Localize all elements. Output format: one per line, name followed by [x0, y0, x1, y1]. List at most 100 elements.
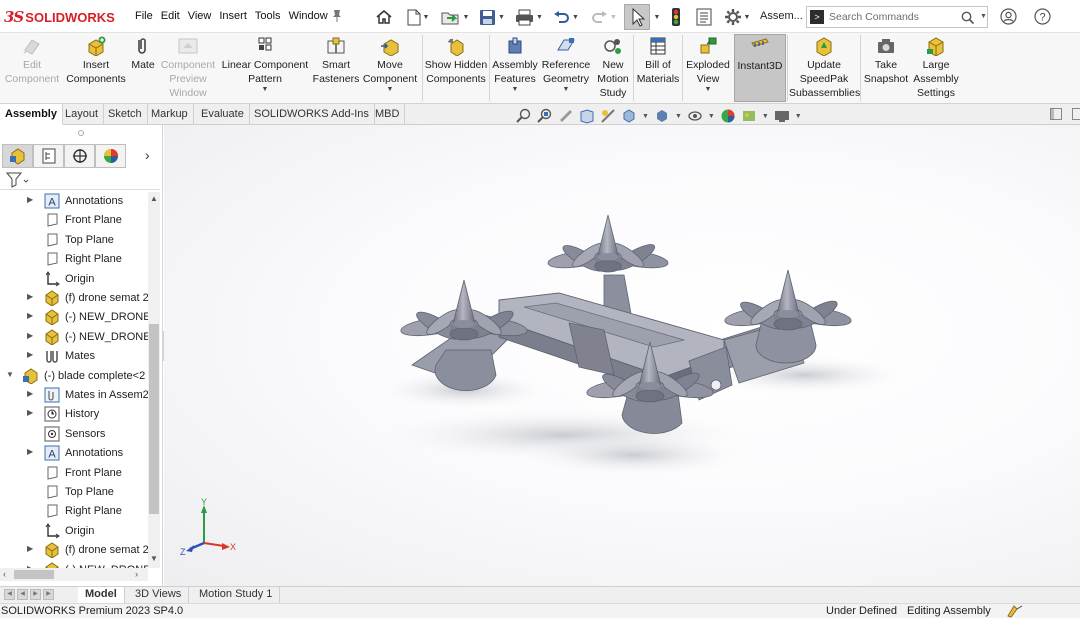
redo-icon[interactable]: ▼: [589, 6, 619, 28]
menu-insert[interactable]: Insert: [215, 10, 251, 22]
menu-view[interactable]: View: [184, 10, 216, 22]
tree-item[interactable]: ▶ A Annotations: [0, 192, 148, 211]
display-manager-tab[interactable]: [95, 144, 126, 168]
reference-geometry-dropdown[interactable]: ▼: [540, 86, 592, 94]
scrollbar-thumb[interactable]: [14, 570, 54, 579]
home-icon[interactable]: [373, 6, 395, 28]
tree-item[interactable]: ▶ (f) drone semat 2: [0, 289, 148, 308]
rotor-right[interactable]: [723, 269, 853, 335]
help-icon[interactable]: ?: [1034, 8, 1051, 25]
tab-solidworks-add-ins[interactable]: SOLIDWORKS Add-Ins: [249, 104, 375, 125]
tree-item[interactable]: Top Plane: [0, 483, 148, 502]
tree-item[interactable]: Front Plane: [0, 211, 148, 230]
exploded-view-dropdown[interactable]: ▼: [684, 86, 732, 94]
smart-fasteners-button[interactable]: Smart Fasteners: [312, 36, 360, 86]
menu-tools[interactable]: Tools: [251, 10, 285, 22]
apply-scene-icon[interactable]: [740, 107, 758, 125]
tab-model[interactable]: Model: [78, 587, 125, 603]
open-icon[interactable]: ▼: [438, 6, 472, 28]
view-orientation-icon[interactable]: [620, 107, 638, 125]
rebuild-status-icon[interactable]: [1006, 604, 1024, 618]
rotor-back[interactable]: [546, 214, 670, 276]
select-dropdown[interactable]: ▼: [652, 6, 661, 28]
mate-button[interactable]: Mate: [128, 36, 158, 72]
tree-item[interactable]: Front Plane: [0, 464, 148, 483]
select-icon[interactable]: [624, 4, 650, 30]
move-component-dropdown[interactable]: ▼: [360, 86, 420, 94]
tree-item[interactable]: ▶ History: [0, 405, 148, 424]
tree-item[interactable]: Origin: [0, 270, 148, 289]
scroll-left-icon[interactable]: ‹: [3, 569, 6, 579]
exploded-view-button[interactable]: Exploded View ▼: [684, 36, 732, 94]
tree-item[interactable]: Right Plane: [0, 502, 148, 521]
rebuild-icon[interactable]: [666, 6, 686, 28]
search-input[interactable]: Search Commands: [829, 11, 919, 23]
expand-arrow-icon[interactable]: ▶: [27, 389, 33, 398]
expand-arrow-icon[interactable]: ▶: [27, 292, 33, 301]
tab-assembly[interactable]: Assembly: [0, 104, 63, 125]
reference-geometry-button[interactable]: Reference Geometry ▼: [540, 36, 592, 94]
chevron-right-icon[interactable]: ›: [145, 147, 150, 163]
assembly-features-button[interactable]: Assembly Features ▼: [491, 36, 539, 94]
expand-arrow-icon[interactable]: ▶: [27, 311, 33, 320]
expand-arrow-icon[interactable]: ▶: [27, 447, 33, 456]
print-icon[interactable]: ▼: [512, 6, 546, 28]
rotor-front-left[interactable]: [399, 279, 529, 345]
featuremanager-tree-tab[interactable]: [2, 144, 33, 168]
edit-component-button[interactable]: Edit Component: [2, 36, 62, 86]
tree-item[interactable]: ▶ Mates: [0, 347, 148, 366]
insert-components-button[interactable]: Insert Components: [64, 36, 128, 86]
expand-arrow-icon[interactable]: ▶: [27, 408, 33, 417]
search-icon[interactable]: [961, 11, 975, 25]
large-assembly-settings-button[interactable]: Large Assembly Settings: [910, 36, 962, 100]
instant3d-button[interactable]: Instant3D: [734, 34, 786, 102]
search-dropdown[interactable]: ▼: [980, 13, 987, 20]
tree-vertical-scrollbar[interactable]: ▲ ▼: [148, 192, 160, 568]
tab-evaluate[interactable]: Evaluate: [196, 104, 250, 125]
tree-item[interactable]: ▶ Mates in Assem2: [0, 386, 148, 405]
prev-tab-icon[interactable]: ◀: [17, 589, 28, 600]
tree-item[interactable]: ▶(-) NEW_DRONE_: [0, 308, 148, 327]
expand-arrow-icon[interactable]: ▶: [27, 544, 33, 553]
split-view-icon[interactable]: [1050, 108, 1062, 120]
expand-arrow-icon[interactable]: ▶: [27, 195, 33, 204]
hide-show-items-icon[interactable]: [686, 107, 704, 125]
dynamic-annotation-icon[interactable]: [599, 107, 617, 125]
configuration-manager-tab[interactable]: [64, 144, 95, 168]
linear-component-pattern-button[interactable]: Linear Component Pattern ▼: [220, 36, 310, 94]
first-tab-icon[interactable]: ◀: [4, 589, 15, 600]
new-document-icon[interactable]: ▼: [402, 6, 434, 28]
tree-item[interactable]: Top Plane: [0, 231, 148, 250]
filter-icon[interactable]: [6, 172, 30, 188]
tree-item[interactable]: Right Plane: [0, 250, 148, 269]
show-hidden-components-button[interactable]: Show Hidden Components: [424, 36, 488, 86]
update-speedpak-subassemblies-button[interactable]: Update SpeedPak Subassemblies: [789, 36, 860, 100]
panel-grip-icon[interactable]: [78, 130, 84, 136]
linear-pattern-dropdown[interactable]: ▼: [220, 86, 310, 94]
tree-item[interactable]: ▶(-) NEW_DRONE_: [0, 561, 148, 568]
tree-item[interactable]: ▶ A Annotations: [0, 444, 148, 463]
options-icon[interactable]: ▼: [721, 6, 753, 28]
tab-sketch[interactable]: Sketch: [103, 104, 148, 125]
search-commands-box[interactable]: > Search Commands ▼: [806, 6, 988, 28]
expand-arrow-icon[interactable]: ▶: [27, 331, 33, 340]
menu-file[interactable]: File: [131, 10, 157, 22]
tree-item[interactable]: Origin: [0, 522, 148, 541]
expand-arrow-icon[interactable]: ▶: [27, 350, 33, 359]
section-view-icon[interactable]: [578, 107, 596, 125]
collapse-arrow-icon[interactable]: ▼: [6, 370, 14, 379]
tree-item[interactable]: Sensors: [0, 425, 148, 444]
tab-3d-views[interactable]: 3D Views: [128, 587, 190, 603]
graphics-area[interactable]: Y X Z: [164, 125, 1080, 586]
tree-item[interactable]: ▶ (f) drone semat 2: [0, 541, 148, 560]
tab-markup[interactable]: Markup: [146, 104, 194, 125]
component-preview-window-button[interactable]: Component Preview Window: [158, 36, 218, 100]
menu-edit[interactable]: Edit: [157, 10, 184, 22]
take-snapshot-button[interactable]: Take Snapshot: [862, 36, 910, 86]
scroll-up-icon[interactable]: ▲: [150, 194, 158, 203]
last-tab-icon[interactable]: ▶: [43, 589, 54, 600]
tree-item[interactable]: ▶(-) NEW_DRONE_: [0, 328, 148, 347]
tab-layout[interactable]: Layout: [60, 104, 105, 125]
property-manager-tab[interactable]: [33, 144, 64, 168]
scrollbar-thumb[interactable]: [149, 324, 159, 514]
